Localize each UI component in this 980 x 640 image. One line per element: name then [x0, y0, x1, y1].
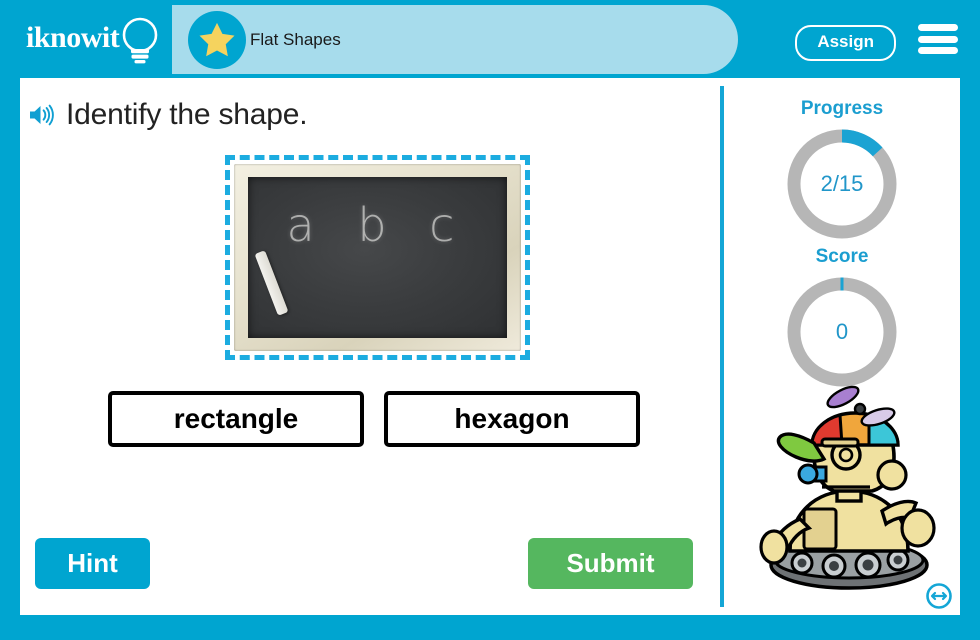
score-ring: 0 — [782, 272, 902, 392]
hint-button[interactable]: Hint — [35, 538, 150, 589]
question-panel: Identify the shape. a b c rectangle hexa… — [20, 78, 720, 615]
submit-button[interactable]: Submit — [528, 538, 693, 589]
score-value: 0 — [835, 319, 849, 344]
question-row: Identify the shape. — [28, 98, 308, 132]
page-title: Flat Shapes — [250, 29, 341, 49]
assign-button[interactable]: Assign — [795, 25, 896, 61]
chalkboard-image[interactable]: a b c — [225, 155, 530, 360]
speaker-audio-icon[interactable] — [28, 102, 56, 128]
status-sidebar: Progress 2/15 Score 0 — [724, 78, 960, 615]
chalk-letters: a b c — [286, 198, 469, 253]
answer-choice-hexagon[interactable]: hexagon — [384, 391, 640, 447]
score-label: Score — [815, 246, 869, 267]
progress-block: Progress 2/15 — [734, 98, 950, 244]
answer-choices: rectangle hexagon — [108, 391, 640, 447]
progress-ring: 2/15 — [782, 124, 902, 244]
answer-choice-rectangle[interactable]: rectangle — [108, 391, 364, 447]
app-header: iknowit Flat Shapes Assign — [0, 0, 980, 78]
brand-logo[interactable]: iknowit — [22, 14, 172, 66]
star-icon — [199, 22, 235, 57]
robot-mascot-icon — [759, 385, 936, 590]
menu-bar — [918, 35, 958, 43]
progress-value: 2/15 — [820, 171, 864, 196]
chalkboard-surface: a b c — [248, 177, 507, 338]
brand-logo-text: iknowit — [26, 21, 120, 54]
chalk-stick — [254, 250, 289, 316]
progress-label: Progress — [800, 98, 884, 119]
question-text: Identify the shape. — [66, 98, 308, 131]
lesson-title-pill: Flat Shapes — [172, 5, 738, 74]
hamburger-menu-icon[interactable] — [918, 22, 958, 56]
star-badge — [188, 11, 246, 69]
menu-bar — [918, 47, 958, 54]
chalkboard-frame: a b c — [234, 164, 521, 351]
lightbulb-icon — [122, 17, 158, 64]
resize-horizontal-icon[interactable] — [926, 583, 952, 609]
content-stage: Identify the shape. a b c rectangle hexa… — [20, 78, 960, 615]
app-window: iknowit Flat Shapes Assign Identify the … — [0, 0, 980, 640]
menu-bar — [918, 24, 958, 31]
score-block: Score 0 — [734, 246, 950, 392]
